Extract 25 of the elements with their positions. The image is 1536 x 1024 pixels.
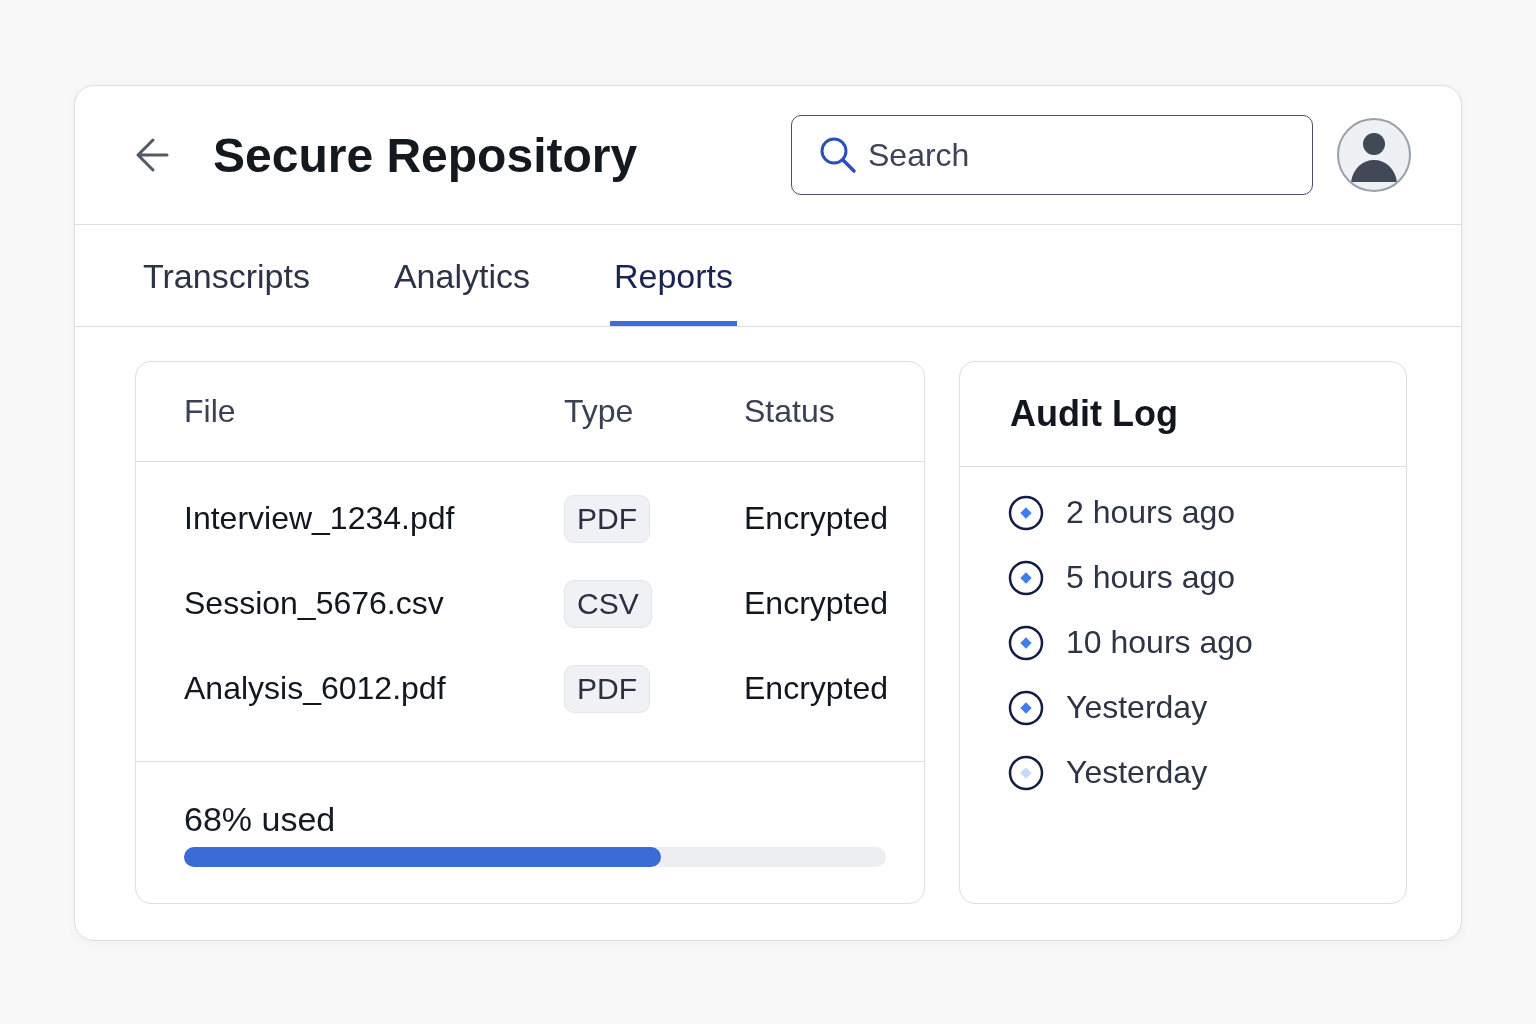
log-entry-time: 5 hours ago: [1066, 559, 1235, 596]
file-type-tag: CSV: [564, 579, 652, 628]
storage-label: 68% used: [184, 800, 337, 839]
log-entry-time: 2 hours ago: [1066, 494, 1235, 531]
file-name-cell-text: Analysis_6012.pdf: [184, 670, 447, 707]
status-cell-text: Encrypted: [744, 670, 890, 707]
log-entry-time: Yesterday: [1066, 754, 1208, 791]
file-type-tag: PDF: [564, 494, 650, 543]
tab[interactable]: Analytics: [389, 225, 534, 326]
status-cell-text: Encrypted: [744, 585, 890, 622]
log-entry-time: Yesterday: [1066, 689, 1208, 726]
file-name-cell-text: Session_5676.csv: [184, 585, 445, 622]
file-name-cell-text: Interview_1234.pdf: [184, 500, 456, 537]
column-header: Status: [744, 393, 836, 430]
page-title: Secure Repository: [213, 127, 639, 183]
status-cell-text: Encrypted: [744, 500, 890, 537]
search-field[interactable]: Search: [791, 115, 1313, 195]
column-header: File: [184, 393, 237, 430]
search-icon: [819, 136, 857, 174]
tab[interactable]: Reports: [609, 225, 737, 326]
column-header: Type: [564, 393, 635, 430]
panel-title: Audit Log: [960, 362, 1406, 467]
log-entry-time: 10 hours ago: [1066, 624, 1253, 661]
file-type-tag: PDF: [564, 664, 650, 713]
tab[interactable]: Transcripts: [139, 225, 314, 326]
